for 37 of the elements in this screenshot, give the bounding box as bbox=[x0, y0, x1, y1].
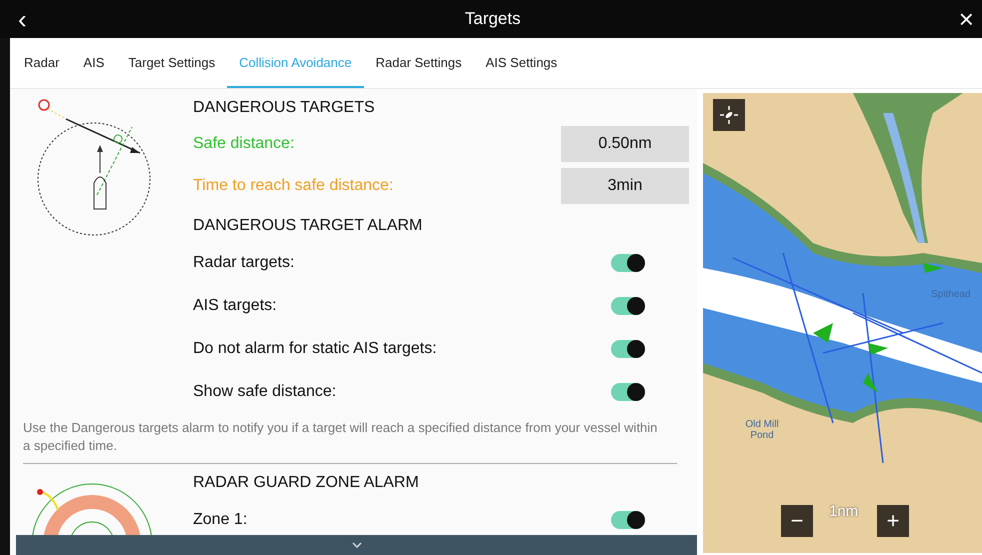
toggle-switch[interactable] bbox=[611, 382, 645, 400]
tab[interactable]: Radar Settings bbox=[364, 38, 474, 88]
toggle-label: Radar targets: bbox=[193, 254, 294, 272]
locate-button[interactable] bbox=[713, 99, 745, 131]
toggle-label: Do not alarm for static AIS targets: bbox=[193, 340, 437, 358]
scale-label: 1nm bbox=[829, 503, 858, 520]
toggle-switch[interactable] bbox=[611, 296, 645, 314]
close-button[interactable]: × bbox=[958, 6, 974, 32]
toggle-switch[interactable] bbox=[611, 510, 645, 528]
crosshair-icon bbox=[719, 105, 739, 125]
value-field[interactable]: 3min bbox=[561, 168, 689, 204]
window-title: Targets bbox=[464, 9, 521, 29]
section-heading: DANGEROUS TARGET ALARM bbox=[193, 216, 424, 236]
vessel-icon[interactable] bbox=[813, 323, 833, 343]
zoom-in-button[interactable]: + bbox=[877, 505, 909, 537]
toggle-label: AIS targets: bbox=[193, 296, 277, 314]
toggle-label: Show safe distance: bbox=[193, 382, 336, 400]
chevron-down-icon bbox=[352, 542, 362, 548]
toggle-switch[interactable] bbox=[611, 340, 645, 358]
field-label: Time to reach safe distance: bbox=[193, 177, 394, 195]
tab[interactable]: Target Settings bbox=[116, 38, 228, 88]
field-label: Safe distance: bbox=[193, 135, 294, 153]
description-text: Use the Dangerous targets alarm to notify you if a target will reach a specified distance from your vessel within a specified time. bbox=[23, 419, 658, 455]
section-heading: RADAR GUARD ZONE ALARM bbox=[193, 473, 420, 493]
section-heading: DANGEROUS TARGETS bbox=[193, 98, 376, 118]
map-label: Old Mill Pond bbox=[744, 419, 780, 441]
tab[interactable]: Radar bbox=[12, 38, 72, 88]
nautical-chart[interactable]: Spithead Old Mill Pond − 1nm + bbox=[703, 93, 982, 553]
zoom-out-button[interactable]: − bbox=[781, 505, 813, 537]
tab[interactable]: AIS bbox=[71, 38, 116, 88]
vessel-icon[interactable] bbox=[868, 343, 888, 355]
back-button[interactable]: ‹ bbox=[18, 6, 27, 32]
toggle-label: Zone 1: bbox=[193, 510, 248, 528]
tab[interactable]: AIS Settings bbox=[474, 38, 570, 88]
toggle-switch[interactable] bbox=[611, 254, 645, 272]
value-field[interactable]: 0.50nm bbox=[561, 126, 689, 162]
map-label: Spithead bbox=[931, 289, 970, 300]
